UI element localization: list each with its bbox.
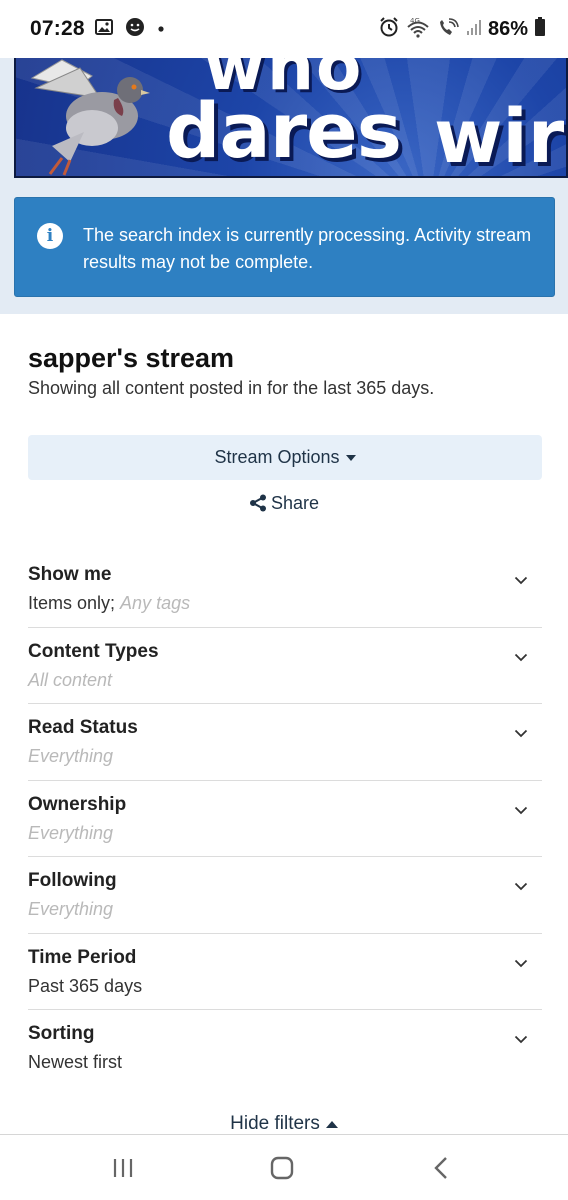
- share-icon: [249, 494, 266, 512]
- chevron-down-icon: [514, 729, 528, 738]
- filter-label: Sorting: [28, 1023, 95, 1044]
- caret-down-icon: [345, 454, 356, 461]
- smiley-icon: [125, 17, 145, 42]
- chevron-down-icon: [514, 959, 528, 967]
- filter-list: Show me Items only; Any tags Content Typ…: [28, 551, 542, 1087]
- chevron-down-icon: [514, 1035, 528, 1044]
- gallery-icon: [94, 18, 113, 40]
- back-icon: [434, 1157, 447, 1179]
- status-time: 07:28: [30, 17, 85, 40]
- back-button[interactable]: [401, 1135, 481, 1200]
- banner-word-wins: wir: [434, 94, 565, 178]
- banner-word-dares: dares: [166, 86, 402, 175]
- page-title: sapper's stream: [28, 343, 235, 373]
- battery-icon: [534, 16, 546, 42]
- alarm-icon: [378, 16, 400, 43]
- dot-icon: [157, 20, 165, 38]
- site-banner[interactable]: who dares wir: [14, 58, 568, 178]
- filter-value: Everything: [28, 899, 114, 919]
- filter-value: Everything: [28, 822, 114, 843]
- filter-value: Newest first: [28, 1052, 123, 1072]
- chevron-down-icon: [514, 653, 528, 661]
- header-area: who dares wir i The search index is curr…: [0, 58, 568, 314]
- status-bar: 07:28 4G 86%: [0, 0, 568, 58]
- filter-time-period[interactable]: Time Period Past 365 days: [28, 934, 542, 1010]
- filter-label: Following: [28, 870, 117, 891]
- filter-value: All content: [28, 669, 113, 690]
- hide-filters-label: Hide filters: [230, 1113, 320, 1134]
- stream-options-button[interactable]: Stream Options: [28, 435, 542, 480]
- filter-label: Read Status: [28, 717, 138, 738]
- signal-icon: [466, 18, 482, 41]
- filter-following[interactable]: Following Everything: [28, 857, 542, 934]
- caret-up-icon: [325, 1120, 338, 1128]
- filter-ownership[interactable]: Ownership Everything: [28, 781, 542, 857]
- home-button[interactable]: [242, 1135, 322, 1200]
- chevron-down-icon: [514, 806, 528, 814]
- chevron-down-icon: [514, 576, 528, 585]
- filter-content-types[interactable]: Content Types All content: [28, 628, 542, 704]
- share-label: Share: [270, 492, 320, 513]
- filter-label: Ownership: [28, 793, 127, 815]
- chevron-down-icon: [514, 882, 528, 891]
- filter-value: Items only; Any tags: [28, 593, 191, 613]
- filter-value: Past 365 days: [28, 975, 143, 996]
- search-index-alert: i The search index is currently processi…: [14, 197, 555, 297]
- wifi-calling-icon: [436, 16, 460, 43]
- page-subtitle: Showing all content posted in for the la…: [28, 378, 435, 398]
- filter-read-status[interactable]: Read Status Everything: [28, 704, 542, 781]
- home-icon: [270, 1156, 294, 1180]
- system-nav-bar: [0, 1134, 568, 1200]
- info-icon: i: [37, 223, 63, 249]
- recents-icon: [113, 1159, 133, 1177]
- wifi-icon: 4G: [406, 16, 430, 43]
- recents-button[interactable]: [83, 1135, 163, 1200]
- filter-label: Time Period: [28, 946, 137, 968]
- pigeon-logo-icon: [30, 59, 150, 176]
- battery-percent: 86%: [487, 17, 528, 40]
- stream-options-label: Stream Options: [214, 447, 340, 467]
- alert-message: The search index is currently processing…: [83, 225, 532, 272]
- filter-show-me[interactable]: Show me Items only; Any tags: [28, 551, 542, 628]
- filter-label: Content Types: [28, 640, 159, 662]
- filter-sorting[interactable]: Sorting Newest first: [28, 1010, 542, 1087]
- share-button[interactable]: Share: [0, 490, 568, 516]
- filter-label: Show me: [28, 564, 112, 585]
- filter-value: Everything: [28, 746, 114, 766]
